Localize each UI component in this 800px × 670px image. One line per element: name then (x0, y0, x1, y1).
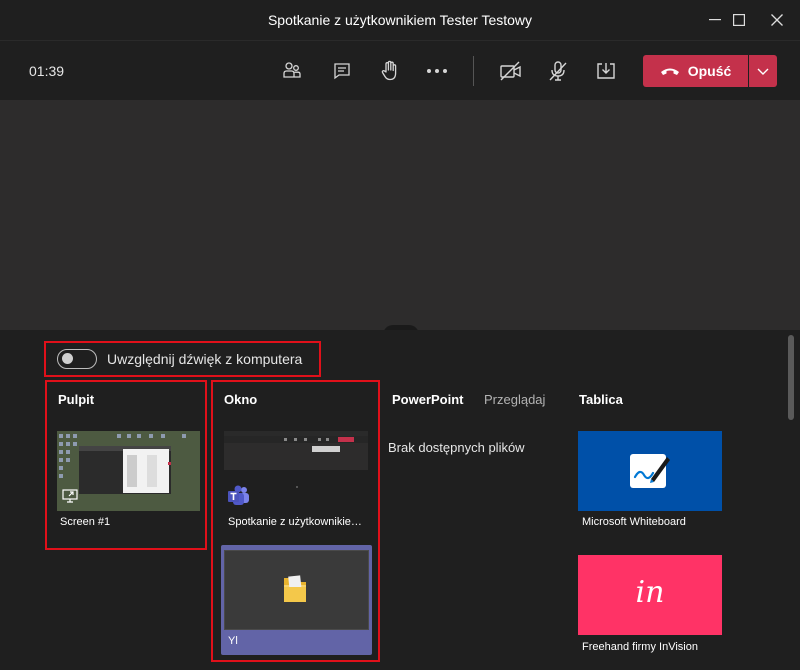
maximize-icon (733, 14, 745, 26)
video-stage (0, 100, 800, 335)
invision-freehand-tile[interactable]: in (578, 555, 722, 635)
camera-toggle-button[interactable] (496, 56, 526, 86)
invision-logo: in (635, 575, 665, 610)
chevron-down-icon (757, 68, 769, 75)
participants-icon (283, 62, 301, 78)
screen-share-icon (62, 489, 78, 503)
no-files-message: Brak dostępnych plików (388, 440, 525, 455)
desktop-section-title: Pulpit (58, 392, 95, 407)
tray-scrollbar[interactable] (788, 335, 794, 420)
include-audio-label: Uwzględnij dźwięk z komputera (107, 351, 303, 367)
leave-options-button[interactable] (749, 55, 777, 87)
more-options-icon (427, 69, 447, 73)
raise-hand-icon (381, 60, 397, 81)
whiteboard-logo-icon (630, 454, 670, 488)
raise-hand-button[interactable] (375, 56, 405, 86)
microsoft-whiteboard-label: Microsoft Whiteboard (582, 516, 686, 528)
chat-button[interactable] (327, 56, 357, 86)
window-tile-teams[interactable] (224, 431, 368, 511)
share-tray-icon (597, 63, 615, 79)
window-tile-folder[interactable]: Yl (221, 545, 372, 655)
mic-toggle-button[interactable] (543, 56, 573, 86)
close-icon (771, 14, 783, 26)
window-folder-label: Yl (228, 635, 238, 647)
folder-window-preview (224, 550, 369, 630)
microsoft-whiteboard-tile[interactable] (578, 431, 722, 511)
browse-link[interactable]: Przeglądaj (484, 392, 545, 407)
chat-icon (334, 63, 350, 80)
toggle-knob (62, 353, 73, 364)
more-options-button[interactable] (422, 56, 452, 86)
screen-1-label: Screen #1 (60, 516, 111, 528)
phone-hangup-icon (660, 68, 679, 75)
window-title: Spotkanie z użytkownikiem Tester Testowy (267, 12, 533, 28)
meeting-toolbar: 01:39 Opuść (0, 41, 800, 100)
desktop-preview (57, 431, 200, 511)
participants-button[interactable] (277, 56, 307, 86)
whiteboard-section-title: Tablica (579, 392, 623, 407)
include-audio-toggle[interactable] (57, 349, 97, 369)
invision-freehand-label: Freehand firmy InVision (582, 641, 698, 653)
window-teams-label: Spotkanie z użytkownikiem Tester Testowy (228, 516, 368, 528)
screen-1-tile[interactable] (57, 431, 200, 511)
mic-off-icon (549, 61, 567, 81)
close-button[interactable] (754, 0, 800, 40)
leave-button[interactable]: Opuść (643, 55, 748, 87)
folder-icon (284, 575, 306, 602)
powerpoint-section-title: PowerPoint (392, 392, 464, 407)
leave-label: Opuść (687, 63, 732, 79)
toolbar-divider (473, 56, 474, 86)
call-timer: 01:39 (29, 63, 65, 79)
teams-logo-icon (228, 485, 249, 505)
share-content-button[interactable] (591, 56, 621, 86)
camera-off-icon (500, 61, 521, 81)
window-section-title: Okno (224, 392, 258, 407)
title-bar: Spotkanie z użytkownikiem Tester Testowy (0, 0, 800, 41)
